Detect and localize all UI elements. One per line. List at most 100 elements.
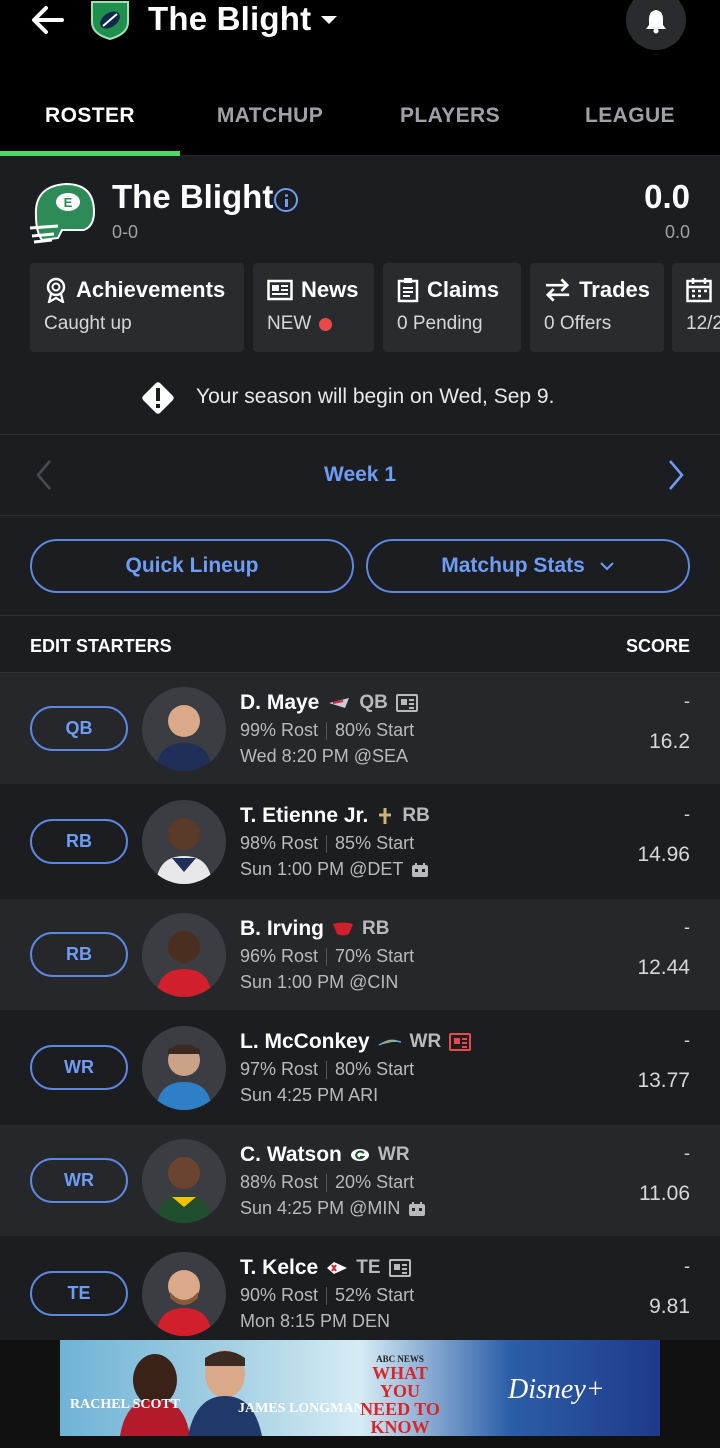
started-pct: 80% Start xyxy=(335,1059,415,1079)
player-name: T. Etienne Jr. RB xyxy=(240,804,430,828)
actual-score: - xyxy=(684,691,690,711)
player-row[interactable]: RB T. Etienne Jr. RB 98% Rost 85% Start S… xyxy=(0,786,720,897)
team-name: The Blight xyxy=(112,178,274,215)
player-name-text[interactable]: T. Etienne Jr. xyxy=(240,804,368,828)
ad-banner[interactable]: RACHEL SCOTT JAMES LONGMAN ABC NEWS WHAT… xyxy=(60,1340,660,1436)
actual-score: - xyxy=(684,804,690,824)
player-position: TE xyxy=(356,1257,381,1278)
patriots-logo-icon xyxy=(329,698,350,708)
player-name-text[interactable]: D. Maye xyxy=(240,691,319,715)
rostered-pct: 96% Rost xyxy=(240,946,319,966)
started-pct: 20% Start xyxy=(335,1172,415,1192)
tab-players[interactable]: PLAYERS xyxy=(360,104,540,128)
bye-icon xyxy=(412,862,429,877)
chevron-right-icon[interactable] xyxy=(664,458,688,492)
news-icon xyxy=(267,279,293,301)
player-game: Sun 1:00 PM @CIN xyxy=(240,972,398,993)
matchup-stats-button[interactable]: Matchup Stats xyxy=(366,539,690,593)
achievements-card[interactable]: Achievements Caught up xyxy=(30,263,244,352)
player-position: QB xyxy=(359,692,388,713)
player-game: Mon 8:15 PM DEN xyxy=(240,1311,390,1332)
news-icon[interactable] xyxy=(388,1259,411,1277)
player-row[interactable]: WR L. McConkey WR 97% Rost 80% Start Sun … xyxy=(0,1012,720,1123)
team-projected-score: 0.0 xyxy=(664,222,690,242)
ad-host-name: RACHEL SCOTT xyxy=(70,1397,181,1412)
tab-matchup[interactable]: MATCHUP xyxy=(180,104,360,128)
player-name: B. Irving RB xyxy=(240,917,389,941)
projected-score: 16.2 xyxy=(649,730,690,753)
new-indicator-dot xyxy=(319,317,333,331)
game-info: Sun 4:25 PM ARI xyxy=(240,1085,379,1105)
started-pct: 70% Start xyxy=(335,946,415,966)
card-title: Claims xyxy=(427,277,500,302)
player-row[interactable]: TE T. Kelce TE 90% Rost 52% Start Mon 8:1… xyxy=(0,1238,720,1349)
roster-panel: E The Blight 0-0 0.0 0.0 Achievements Ca… xyxy=(0,156,720,1448)
team-record: 0-0 xyxy=(112,222,139,242)
player-name-text[interactable]: C. Watson xyxy=(240,1143,342,1167)
projected-score: 9.81 xyxy=(649,1295,690,1318)
trades-card[interactable]: Trades 0 Offers xyxy=(530,263,664,352)
claims-card[interactable]: Claims 0 Pending xyxy=(383,263,521,352)
player-position: RB xyxy=(402,805,430,826)
player-name-text[interactable]: B. Irving xyxy=(240,917,324,941)
card-title: News xyxy=(301,277,359,302)
week-label[interactable]: Week 1 xyxy=(0,463,720,487)
card-subtitle: 0 Pending xyxy=(397,313,483,334)
player-avatar xyxy=(142,1026,226,1110)
player-game: Sun 4:25 PM @MIN xyxy=(240,1198,426,1219)
chevron-down-icon[interactable] xyxy=(319,13,339,27)
news-icon[interactable] xyxy=(395,694,418,712)
player-row[interactable]: RB B. Irving RB 96% Rost 70% Start Sun 1:… xyxy=(0,899,720,1010)
started-pct: 85% Start xyxy=(335,833,415,853)
chargers-logo-icon xyxy=(378,1039,401,1046)
player-ownership: 99% Rost 80% Start xyxy=(240,720,414,741)
divider xyxy=(0,615,720,616)
slot-button[interactable]: RB xyxy=(30,819,128,864)
team-score: 0.0 xyxy=(644,178,690,215)
slot-button[interactable]: RB xyxy=(30,932,128,977)
rostered-pct: 90% Rost xyxy=(240,1285,319,1305)
slot-button[interactable]: TE xyxy=(30,1271,128,1316)
player-name-text[interactable]: T. Kelce xyxy=(240,1256,318,1280)
tab-league[interactable]: LEAGUE xyxy=(540,104,720,128)
card-subtitle: 0 Offers xyxy=(544,313,612,334)
projected-score: 12.44 xyxy=(637,956,690,979)
quick-lineup-button[interactable]: Quick Lineup xyxy=(30,539,354,593)
tab-roster[interactable]: ROSTER xyxy=(0,104,180,128)
slot-button[interactable]: WR xyxy=(30,1045,128,1090)
game-info: Wed 8:20 PM @SEA xyxy=(240,746,409,766)
bye-icon xyxy=(409,1201,426,1216)
chiefs-logo-icon xyxy=(327,1262,348,1274)
player-avatar xyxy=(142,687,226,771)
schedule-card[interactable]: 12/2 xyxy=(672,263,720,352)
edit-starters-header[interactable]: EDIT STARTERS xyxy=(30,636,172,657)
score-column-header: SCORE xyxy=(625,636,690,656)
player-name-text[interactable]: L. McConkey xyxy=(240,1030,370,1054)
saints-logo-icon xyxy=(379,808,392,824)
swap-icon xyxy=(545,278,570,302)
news-icon[interactable] xyxy=(449,1033,472,1051)
player-name: T. Kelce TE xyxy=(240,1256,411,1280)
player-row[interactable]: WR C. Watson WR 88% Rost 20% Start Sun 4:… xyxy=(0,1125,720,1236)
button-label: Matchup Stats xyxy=(441,554,585,577)
player-ownership: 90% Rost 52% Start xyxy=(240,1285,414,1306)
player-name: C. Watson WR xyxy=(240,1143,410,1167)
info-icon[interactable] xyxy=(274,188,298,212)
back-arrow-icon[interactable] xyxy=(28,2,68,38)
game-info: Sun 1:00 PM @DET xyxy=(240,859,404,879)
started-pct: 52% Start xyxy=(335,1285,415,1305)
clipboard-icon xyxy=(397,278,419,303)
app-title[interactable]: The Blight xyxy=(148,0,311,38)
buccaneers-logo-icon xyxy=(333,922,354,936)
slot-button[interactable]: QB xyxy=(30,706,128,751)
player-row[interactable]: QB D. Maye QB 99% Rost 80% Start Wed 8:20… xyxy=(0,673,720,784)
actual-score: - xyxy=(684,1143,690,1163)
projected-score: 13.77 xyxy=(637,1069,690,1092)
notifications-button[interactable] xyxy=(626,0,686,50)
tab-bar: ROSTER MATCHUP PLAYERS LEAGUE xyxy=(0,78,720,156)
player-avatar xyxy=(142,800,226,884)
slot-button[interactable]: WR xyxy=(30,1158,128,1203)
news-card[interactable]: News NEW xyxy=(253,263,374,352)
divider xyxy=(0,515,720,516)
team-helmet-icon: E xyxy=(29,182,96,244)
